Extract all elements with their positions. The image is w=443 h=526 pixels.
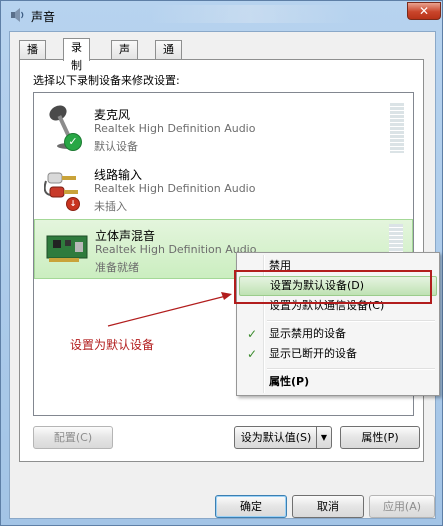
cancel-button[interactable]: 取消 (292, 495, 364, 518)
sound-card-icon (46, 235, 88, 262)
annotation-highlight-box (234, 270, 432, 304)
device-item-line-in[interactable]: ↓ 线路输入 Realtek High Definition Audio 未插入 (34, 159, 413, 219)
title-bar-blur (151, 5, 351, 23)
device-name: 线路输入 (94, 168, 143, 182)
menu-item-show-disconnected[interactable]: ✓ 显示已断开的设备 (239, 344, 437, 364)
menu-item-show-disabled[interactable]: ✓ 显示禁用的设备 (239, 324, 437, 344)
device-driver: Realtek High Definition Audio (94, 122, 256, 135)
apply-button[interactable]: 应用(A) (369, 495, 435, 518)
configure-button[interactable]: 配置(C) (33, 426, 113, 449)
checkmark-icon: ✓ (247, 327, 258, 341)
device-name: 麦克风 (94, 108, 131, 122)
speaker-icon (11, 8, 24, 22)
title-bar[interactable]: 声音 ✕ (1, 1, 442, 29)
device-status: 准备就绪 (95, 261, 139, 274)
menu-item-label: 显示禁用的设备 (269, 327, 346, 340)
ok-button[interactable]: 确定 (215, 495, 287, 518)
unplugged-arrow-icon: ↓ (66, 197, 80, 211)
menu-item-label: 显示已断开的设备 (269, 347, 357, 360)
instruction-text: 选择以下录制设备来修改设置: (33, 74, 180, 87)
checkmark-icon: ✓ (247, 347, 258, 361)
set-default-label: 设为默认值(S) (240, 431, 312, 444)
tab-communications[interactable]: 通信 (155, 40, 182, 74)
device-status: 未插入 (94, 200, 127, 213)
properties-button[interactable]: 属性(P) (340, 426, 420, 449)
tab-recording[interactable]: 录制 (63, 38, 90, 72)
device-driver: Realtek High Definition Audio (94, 182, 256, 195)
device-name: 立体声混音 (95, 229, 156, 243)
level-meter (390, 103, 404, 153)
device-item-microphone[interactable]: ✓ 麦克风 Realtek High Definition Audio 默认设备 (34, 99, 413, 159)
menu-item-properties[interactable]: 属性(P) (239, 372, 437, 392)
menu-separator (267, 320, 435, 322)
menu-separator (267, 368, 435, 370)
set-default-split-button[interactable]: 设为默认值(S) ▼ (234, 426, 332, 449)
tab-sounds[interactable]: 声音 (111, 40, 138, 74)
close-icon: ✕ (418, 4, 430, 18)
menu-item-label: 属性(P) (269, 375, 310, 388)
device-status: 默认设备 (94, 140, 138, 153)
close-button[interactable]: ✕ (407, 2, 441, 20)
default-device-check-icon: ✓ (64, 133, 82, 151)
tab-playback[interactable]: 播放 (19, 40, 46, 74)
window-title: 声音 (31, 10, 56, 24)
chevron-down-icon[interactable]: ▼ (316, 427, 331, 448)
device-driver: Realtek High Definition Audio (95, 243, 257, 256)
annotation-label: 设置为默认设备 (70, 338, 155, 352)
